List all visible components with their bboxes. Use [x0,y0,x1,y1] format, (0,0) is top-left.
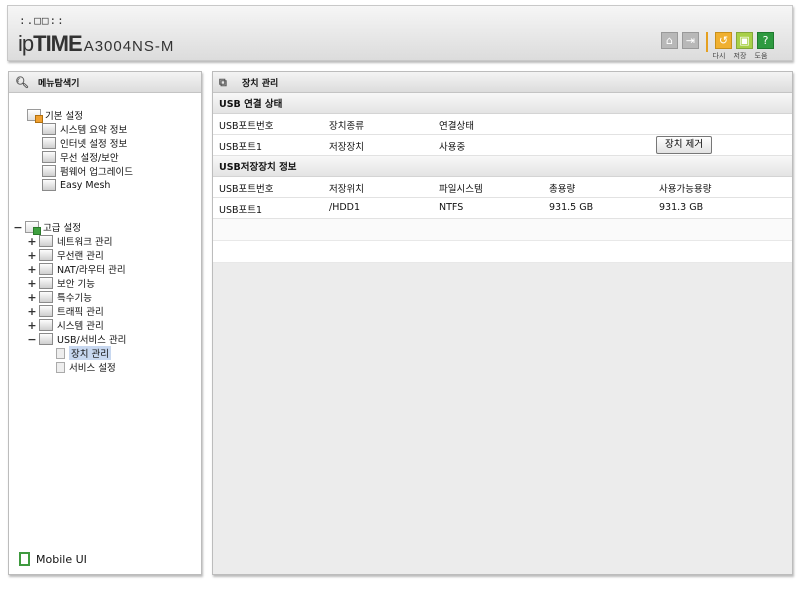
column-header: 파일시스템 [439,184,483,195]
menu-item-traffic[interactable]: + 트래픽 관리 [27,304,103,319]
save-icon[interactable]: ▣ [736,32,753,49]
usb-status-section-title: USB 연결 상태 [213,93,792,114]
remove-device-button[interactable]: 장치 제거 [656,136,712,154]
page-icon [56,347,65,359]
menu-item-wireless-security[interactable]: 무선 설정/보안 [42,150,119,164]
menu-item-security[interactable]: + 보안 기능 [27,276,95,291]
brand-time: TIME [33,31,83,56]
chart-icon [42,123,56,135]
chart-icon [39,319,53,331]
brand-ip: ip [18,31,34,56]
wireless-icon [39,249,53,261]
column-header: 저장위치 [329,184,364,195]
page-icon [56,361,65,373]
home-icon[interactable]: ⌂ [661,32,678,49]
menu-item-system-summary[interactable]: 시스템 요약 정보 [42,122,127,136]
logo: ipTIME A3004NS-M [18,31,174,57]
menu-item-nat-router[interactable]: + NAT/라우터 관리 [27,262,125,277]
menu-item-device-management[interactable]: 장치 관리 [56,346,111,360]
menu-title-text: 메뉴탐색기 [38,78,80,89]
table-row: USB포트1 /HDD1 NTFS 931.5 GB 931.3 GB [213,198,792,219]
content-title-text: 장치 관리 [242,78,279,89]
collapse-toggle[interactable]: − [27,333,37,346]
folder-icon [27,109,43,123]
special-icon [39,291,53,303]
menu-item-system[interactable]: + 시스템 관리 [27,318,103,333]
table-row: USB포트1 저장장치 사용중 장치 제거 [213,135,792,156]
empty-row [213,219,792,241]
monitor-icon [42,137,56,149]
expand-toggle[interactable]: + [27,305,37,318]
folder-icon [25,221,41,235]
upgrade-icon [42,165,56,177]
header-separator [706,32,708,52]
total-capacity-cell: 931.5 GB [549,202,594,213]
window-icon: ⧉ [219,75,227,89]
storage-info-section-title: USB저장장치 정보 [213,156,792,177]
content-panel-title: ⧉ 장치 관리 [213,72,792,93]
usb-status-header-row: USB포트번호 장치종류 연결상태 [213,114,792,135]
column-header: 연결상태 [439,121,474,132]
content-panel: ⧉ 장치 관리 USB 연결 상태 USB포트번호 장치종류 연결상태 USB포… [212,71,793,575]
mobile-ui-link[interactable]: Mobile UI [19,552,87,566]
lock-icon [39,277,53,289]
filesystem-cell: NTFS [439,202,464,213]
expand-toggle[interactable]: + [27,277,37,290]
storage-path-cell: /HDD1 [329,202,361,213]
logo-squares: :.□□:: [19,14,65,27]
usb-port-cell: USB포트1 [219,205,263,216]
content-body: USB 연결 상태 USB포트번호 장치종류 연결상태 USB포트1 저장장치 … [213,93,792,263]
menu-item-special[interactable]: + 특수기능 [27,290,92,305]
menu-item-wireless-lan[interactable]: + 무선랜 관리 [27,248,103,263]
empty-row [213,241,792,263]
menu-item-usb-service[interactable]: − USB/서비스 관리 [27,332,126,347]
menu-item-internet-info[interactable]: 인터넷 설정 정보 [42,136,127,150]
menu-advanced-settings[interactable]: − 고급 설정 [13,220,81,235]
expand-toggle[interactable]: + [27,319,37,332]
menu-panel: 🔍︎ 메뉴탐색기 기본 설정 시스템 요약 정보 인터넷 설정 정보 무선 설정… [8,71,202,575]
expand-toggle[interactable]: + [27,235,37,248]
usb-port-cell: USB포트1 [219,142,263,153]
menu-item-service-settings[interactable]: 서비스 설정 [56,360,116,374]
column-header: USB포트번호 [219,184,274,195]
model-name: A3004NS-M [83,38,175,55]
available-capacity-cell: 931.3 GB [659,202,704,213]
menu-basic-settings[interactable]: 기본 설정 [27,108,83,123]
expand-toggle[interactable]: + [27,263,37,276]
traffic-icon [39,305,53,317]
device-type-cell: 저장장치 [329,142,364,153]
wireless-icon [42,151,56,163]
network-icon [39,235,53,247]
column-header: 장치종류 [329,121,364,132]
mobile-icon [19,552,30,566]
logout-icon[interactable]: ⇥ [682,32,699,49]
usb-icon [39,333,53,345]
refresh-icon[interactable]: ↺ [715,32,732,49]
expand-toggle[interactable]: + [27,291,37,304]
mesh-icon [42,179,56,191]
menu-item-easy-mesh[interactable]: Easy Mesh [42,178,110,192]
header-bar: :.□□:: ipTIME A3004NS-M ⌂ ⇥ ↺ 다시 ▣ 저장 ? 도움 [7,5,793,61]
help-icon[interactable]: ? [757,32,774,49]
collapse-toggle[interactable]: − [13,221,23,234]
router-icon [39,263,53,275]
mobile-ui-label: Mobile UI [36,552,87,566]
menu-panel-title: 🔍︎ 메뉴탐색기 [9,72,201,93]
expand-toggle[interactable]: + [27,249,37,262]
menu-item-network[interactable]: + 네트워크 관리 [27,234,112,249]
column-header: 총용량 [549,184,576,195]
magnifier-icon: 🔍︎ [15,75,29,89]
connection-status-cell: 사용중 [439,142,466,153]
column-header: USB포트번호 [219,121,274,132]
column-header: 사용가능용량 [659,184,712,195]
help-label: 도움 [754,52,768,60]
storage-header-row: USB포트번호 저장위치 파일시스템 총용량 사용가능용량 [213,177,792,198]
menu-item-firmware-upgrade[interactable]: 펌웨어 업그레이드 [42,164,133,178]
